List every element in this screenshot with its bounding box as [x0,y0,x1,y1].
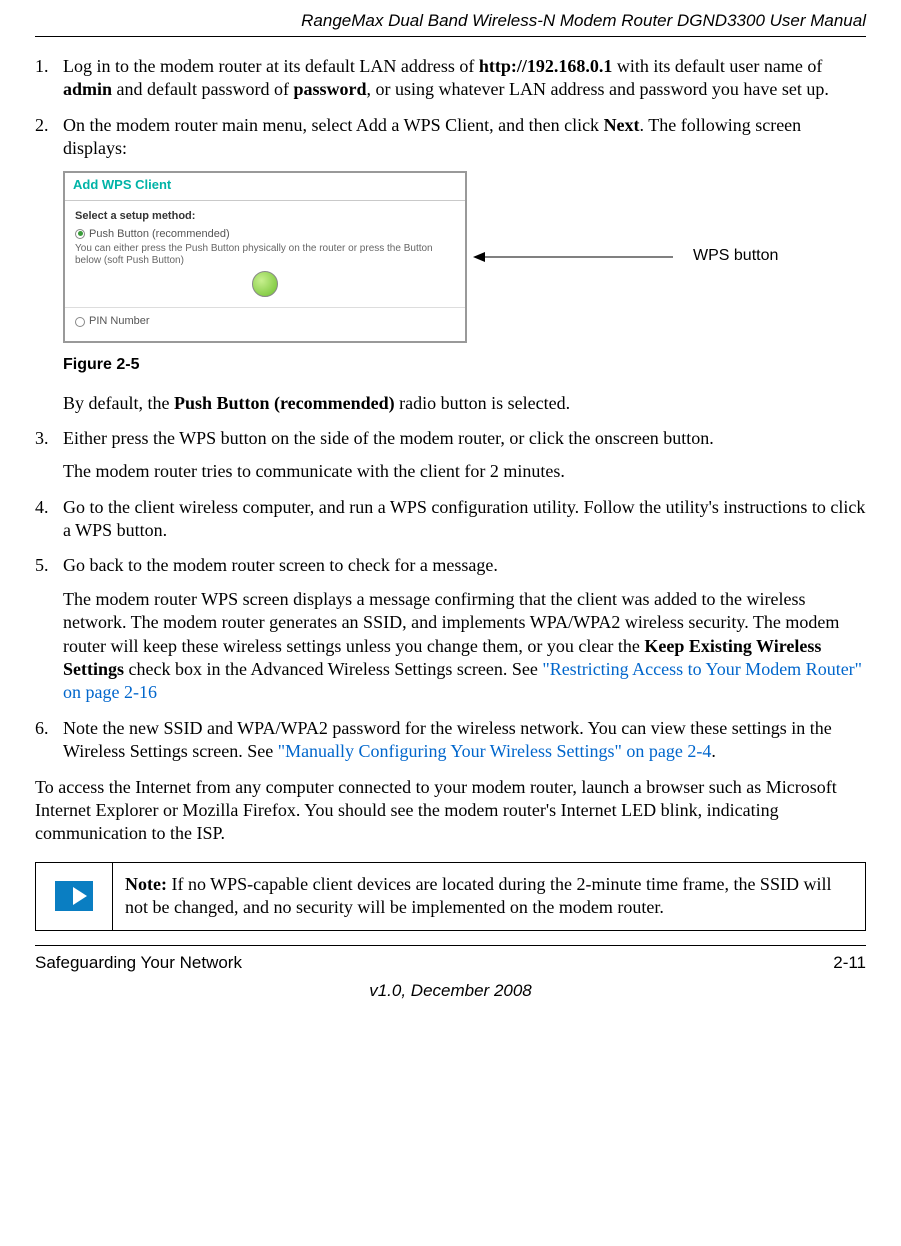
step-number: 1. [35,55,63,78]
url-text: http://192.168.0.1 [479,56,613,76]
footer-rule [35,945,866,946]
footer-version: v1.0, December 2008 [35,980,866,1002]
callout-label: WPS button [693,246,778,267]
closing-paragraph: To access the Internet from any computer… [35,776,866,846]
figure-2-5: Add WPS Client Select a setup method: Pu… [63,171,866,343]
footer-section: Safeguarding Your Network [35,952,242,974]
header-rule [35,36,866,37]
wps-soft-button[interactable] [252,271,278,297]
panel-subhead: Select a setup method: [75,209,455,223]
step-4: 4. Go to the client wireless computer, a… [35,496,866,543]
step-2: 2. On the modem router main menu, select… [35,114,866,415]
step-number: 4. [35,496,63,519]
step-6: 6. Note the new SSID and WPA/WPA2 passwo… [35,717,866,764]
password-text: password [293,79,366,99]
text: On the modem router main menu, select Ad… [63,115,604,135]
callout-arrow-icon [473,247,683,267]
note-label: Note: [125,874,167,894]
text: , or using whatever LAN address and pass… [367,79,829,99]
step-number: 6. [35,717,63,740]
figure-caption: Figure 2-5 [63,355,866,376]
step-5: 5. Go back to the modem router screen to… [35,554,866,704]
panel-title: Add WPS Client [65,173,465,201]
note-arrow-icon [55,881,93,911]
step-number: 5. [35,554,63,577]
next-text: Next [604,115,640,135]
running-header: RangeMax Dual Band Wireless-N Modem Rout… [35,10,866,32]
note-text: If no WPS-capable client devices are loc… [125,874,831,917]
page-number: 2-11 [833,952,866,974]
admin-text: admin [63,79,112,99]
text: Go to the client wireless computer, and … [63,496,866,543]
step-3: 3. Either press the WPS button on the si… [35,427,866,484]
text: Either press the WPS button on the side … [63,427,866,450]
text: . [711,741,716,761]
wps-client-panel: Add WPS Client Select a setup method: Pu… [63,171,467,343]
text: Go back to the modem router screen to ch… [63,554,866,577]
radio-label: Push Button (recommended) [89,227,230,241]
radio-label: PIN Number [89,314,150,328]
push-button-radio[interactable] [75,229,85,239]
manual-config-link[interactable]: "Manually Configuring Your Wireless Sett… [278,741,712,761]
text: Log in to the modem router at its defaul… [63,56,479,76]
panel-divider [65,307,465,308]
step-number: 2. [35,114,63,137]
pin-number-radio[interactable] [75,317,85,327]
text: check box in the Advanced Wireless Setti… [124,659,542,679]
push-button-bold: Push Button (recommended) [174,393,395,413]
text: radio button is selected. [395,393,570,413]
text: and default password of [112,79,293,99]
step-number: 3. [35,427,63,450]
panel-hint: You can either press the Push Button phy… [75,243,455,267]
text: By default, the [63,393,174,413]
step-1: 1. Log in to the modem router at its def… [35,55,866,102]
note-box: Note: If no WPS-capable client devices a… [35,862,866,931]
text: The modem router tries to communicate wi… [63,460,866,483]
text: with its default user name of [612,56,822,76]
